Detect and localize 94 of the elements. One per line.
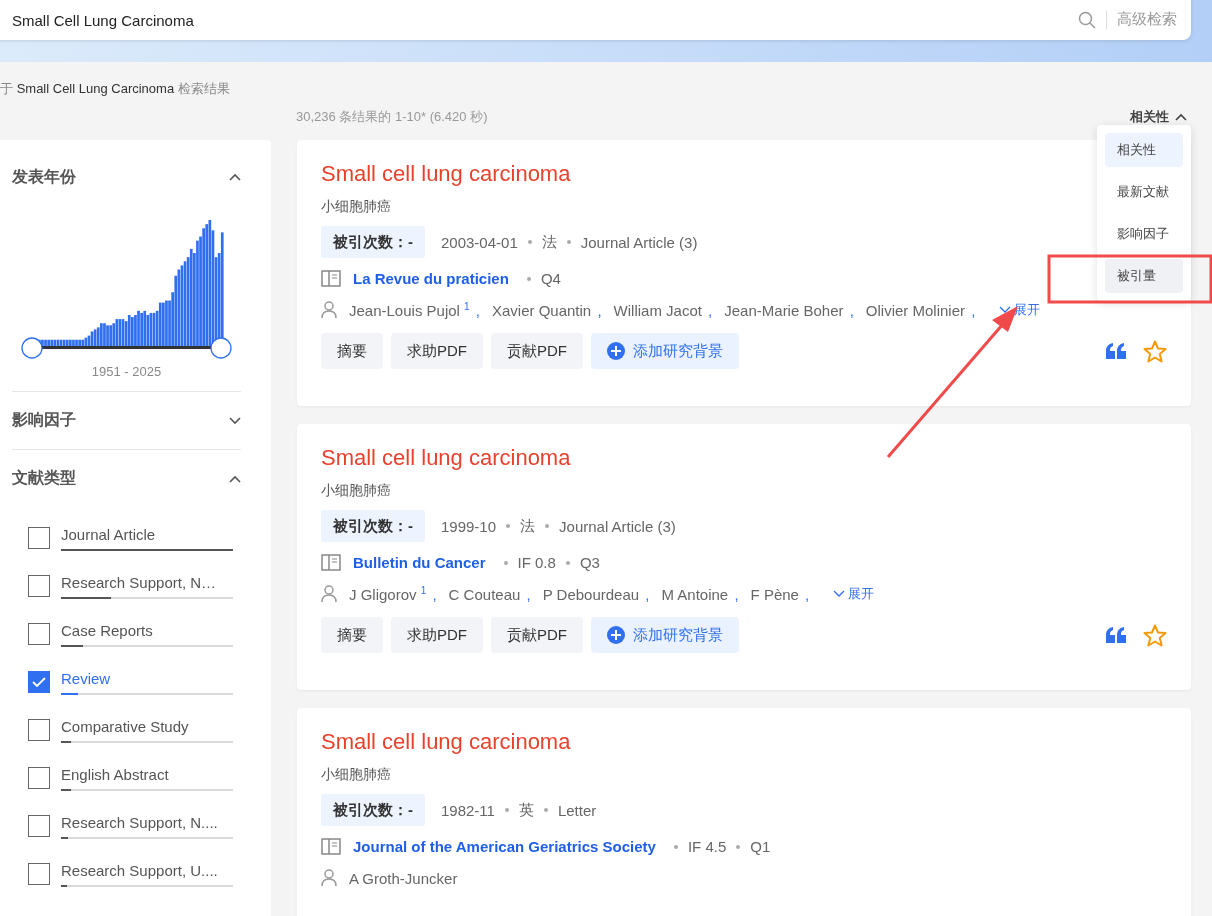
- checkbox[interactable]: [28, 527, 50, 549]
- filter-title: 文献类型: [12, 468, 76, 488]
- action-button[interactable]: 贡献PDF: [491, 617, 583, 653]
- checkbox[interactable]: [28, 815, 50, 837]
- search-icon[interactable]: [1078, 10, 1096, 29]
- citation-count: 被引次数：-: [321, 510, 425, 542]
- filter-label[interactable]: Research Support, N....: [61, 813, 233, 833]
- plus-icon: [607, 626, 625, 644]
- person-icon: [321, 869, 337, 887]
- quote-icon[interactable]: [1105, 343, 1127, 359]
- checkbox[interactable]: [28, 719, 50, 741]
- plus-icon: [607, 342, 625, 360]
- star-icon[interactable]: [1143, 339, 1167, 363]
- author-name[interactable]: Jean-Louis Pujol $^{1}$ ,: [349, 301, 480, 319]
- meta-text: 法: [520, 516, 536, 536]
- meta-text: 1982-11: [441, 801, 495, 819]
- meta-text: 1999-10: [441, 517, 497, 535]
- author-name[interactable]: F Pène ,: [750, 585, 810, 603]
- author-name[interactable]: Xavier Quantin ,: [492, 301, 602, 319]
- meta-text: 法: [541, 232, 557, 252]
- book-icon: [321, 270, 341, 287]
- slider-handle[interactable]: [21, 337, 43, 359]
- translated-title: 小细胞肺癌: [321, 198, 392, 216]
- search-summary: 于 Small Cell Lung Carcinoma 检索结果: [0, 80, 231, 98]
- sort-option[interactable]: 最新文献: [1105, 175, 1183, 209]
- translated-title: 小细胞肺癌: [321, 482, 392, 500]
- chevron-down-icon: [833, 590, 846, 598]
- filter-label[interactable]: Review: [61, 669, 233, 689]
- journal-metric: IF 0.8: [517, 554, 556, 571]
- action-button[interactable]: 贡献PDF: [491, 333, 583, 369]
- author-name[interactable]: P Debourdeau ,: [542, 585, 650, 603]
- action-button[interactable]: 求助PDF: [391, 617, 483, 653]
- citation-count: 被引次数：-: [321, 794, 425, 826]
- meta-text: Journal Article (3): [559, 517, 676, 535]
- filter-label[interactable]: Journal Article: [61, 525, 233, 545]
- filter-label[interactable]: Research Support, N…: [61, 573, 233, 593]
- author-name[interactable]: J Gligorov $^{1}$ ,: [349, 585, 437, 603]
- check-icon: [32, 677, 46, 687]
- journal-link[interactable]: Journal of the American Geriatrics Society: [353, 838, 656, 855]
- journal-metric: Q4: [540, 270, 561, 287]
- author-name[interactable]: M Antoine ,: [661, 585, 739, 603]
- add-background-button[interactable]: 添加研究背景: [591, 617, 739, 653]
- collapse-icon[interactable]: [229, 173, 241, 181]
- author-name[interactable]: C Couteau ,: [448, 585, 531, 603]
- meta-text: 英: [518, 800, 534, 820]
- result-count: 30,236 条结果的 1-10* (6.420 秒): [296, 108, 488, 126]
- filter-label[interactable]: Case Reports: [61, 621, 233, 641]
- filter-label[interactable]: English Abstract: [61, 765, 233, 785]
- checkbox[interactable]: [28, 575, 50, 597]
- book-icon: [321, 554, 341, 571]
- journal-metric: IF 4.5: [687, 838, 727, 855]
- checkbox[interactable]: [28, 671, 50, 693]
- quote-icon[interactable]: [1105, 627, 1127, 643]
- checkbox[interactable]: [28, 863, 50, 885]
- person-icon: [321, 585, 337, 603]
- collapse-icon[interactable]: [1175, 113, 1187, 121]
- sort-option[interactable]: 影响因子: [1105, 217, 1183, 251]
- star-icon[interactable]: [1143, 623, 1167, 647]
- slider-handle[interactable]: [210, 337, 232, 359]
- author-name[interactable]: Jean-Marie Boher ,: [724, 301, 854, 319]
- expand-link[interactable]: 展开: [833, 585, 875, 603]
- person-icon: [321, 301, 337, 319]
- filter-label[interactable]: Comparative Study: [61, 717, 233, 737]
- author-name[interactable]: A Groth-Juncker: [349, 869, 458, 887]
- meta-text: 2003-04-01: [441, 233, 518, 251]
- citation-count: 被引次数：-: [321, 226, 425, 258]
- action-button[interactable]: 摘要: [321, 333, 383, 369]
- author-name[interactable]: William Jacot ,: [613, 301, 713, 319]
- search-field[interactable]: Small Cell Lung Carcinoma 高级检索: [0, 0, 1191, 40]
- sort-option[interactable]: 相关性: [1105, 133, 1183, 167]
- filter-title: 影响因子: [12, 410, 76, 430]
- meta-text: Letter: [557, 801, 597, 819]
- result-title[interactable]: Small cell lung carcinoma: [321, 728, 1167, 756]
- result-title[interactable]: Small cell lung carcinoma: [321, 444, 1167, 472]
- checkbox[interactable]: [28, 623, 50, 645]
- journal-metric: Q1: [750, 838, 771, 855]
- expand-icon[interactable]: [229, 416, 241, 425]
- book-icon: [321, 838, 341, 855]
- meta-text: Journal Article (3): [580, 233, 698, 251]
- checkbox[interactable]: [28, 767, 50, 789]
- action-button[interactable]: 摘要: [321, 617, 383, 653]
- filter-label[interactable]: Research Support, U....: [61, 861, 233, 881]
- add-background-button[interactable]: 添加研究背景: [591, 333, 739, 369]
- action-button[interactable]: 求助PDF: [391, 333, 483, 369]
- journal-metric: Q3: [579, 554, 600, 571]
- year-range-label: 1951 - 2025: [90, 364, 163, 379]
- collapse-icon[interactable]: [229, 474, 241, 483]
- author-name[interactable]: Olivier Molinier ,: [865, 301, 976, 319]
- journal-link[interactable]: La Revue du praticien: [353, 270, 509, 287]
- translated-title: 小细胞肺癌: [321, 766, 392, 784]
- journal-link[interactable]: Bulletin du Cancer: [353, 554, 486, 571]
- sort-dropdown[interactable]: 相关性: [1130, 108, 1191, 126]
- sort-option[interactable]: 被引量: [1105, 259, 1183, 293]
- filter-title: 发表年份: [12, 166, 76, 187]
